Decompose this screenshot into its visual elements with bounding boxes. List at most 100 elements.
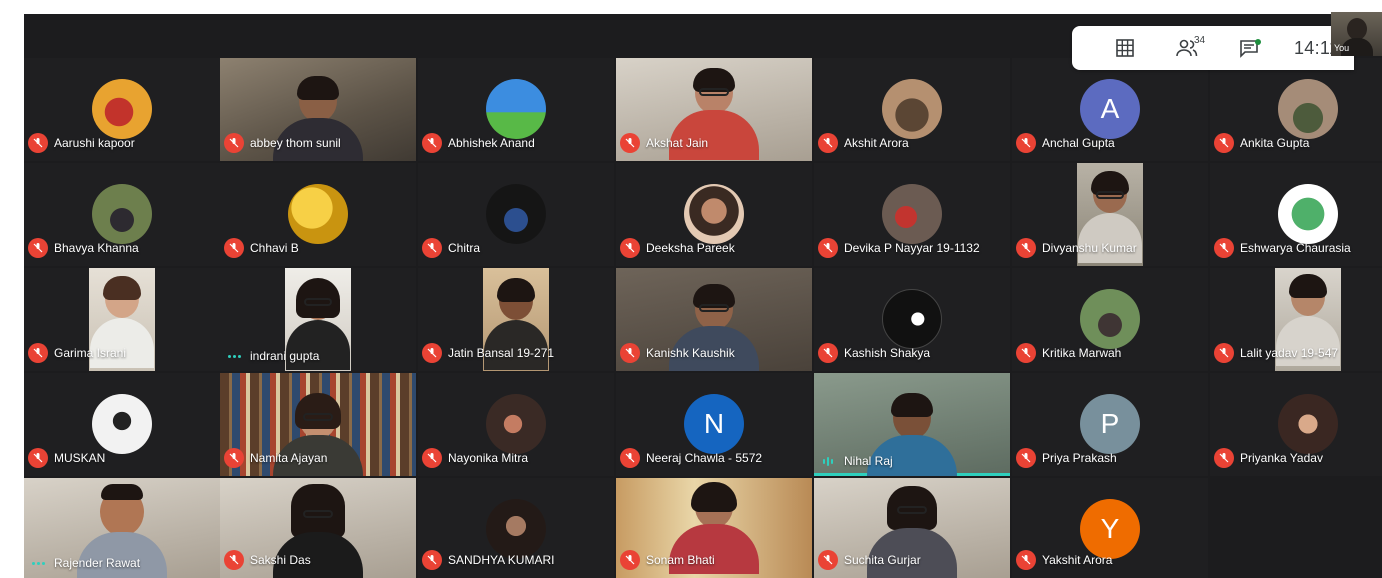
participant-name-label: Jatin Bansal 19-271 [422,343,554,363]
participant-tile[interactable]: MUSKAN [24,373,220,476]
participant-tile[interactable]: Divyanshu Kumar [1012,163,1208,266]
participant-name-label: Ankita Gupta [1214,133,1309,153]
grid-layout-icon [1116,39,1134,57]
participant-tile[interactable]: A Anchal Gupta [1012,58,1208,161]
self-label: You [1334,43,1350,53]
mic-off-icon [620,238,640,258]
mic-off-icon [422,343,442,363]
mic-off-icon [818,550,838,570]
participant-tile[interactable]: Kritika Marwah [1012,268,1208,371]
participant-avatar [486,394,546,454]
participant-name-label: Lalit yadav 19-547 [1214,343,1338,363]
participant-tile[interactable]: Ankita Gupta [1210,58,1382,161]
mic-off-icon [620,448,640,468]
mic-off-icon [28,133,48,153]
participant-tile[interactable]: Garima Israni [24,268,220,371]
participant-avatar [1278,184,1338,244]
participant-avatar [1278,79,1338,139]
mic-off-icon [620,343,640,363]
participant-name-label: Divyanshu Kumar [1016,238,1137,258]
participant-name-label: indrani gupta [224,349,319,363]
participant-name-label: Neeraj Chawla - 5572 [620,448,762,468]
participant-tile[interactable]: Deeksha Pareek [616,163,812,266]
participant-name-label: Akshit Arora [818,133,909,153]
participant-tile[interactable]: SANDHYA KUMARI [418,478,614,578]
mic-off-icon [620,133,640,153]
participant-tile[interactable]: Akshit Arora [814,58,1010,161]
participant-tile[interactable]: P Priya Prakash [1012,373,1208,476]
mic-off-icon [422,133,442,153]
participant-tile[interactable]: Priyanka Yadav [1210,373,1382,476]
participant-tile[interactable]: Sakshi Das [220,478,416,578]
chat-notification-dot [1255,39,1261,45]
mic-off-icon [818,133,838,153]
participant-name-label: Nihal Raj [818,454,893,468]
participant-avatar [684,184,744,244]
participant-avatar [1080,289,1140,349]
participant-name-label: Abhishek Anand [422,133,535,153]
self-view-tile[interactable]: You [1331,12,1382,56]
participant-tile[interactable]: Chitra [418,163,614,266]
participant-name-label: Garima Israni [28,343,126,363]
participant-tile[interactable]: Chhavi B [220,163,416,266]
participant-name-label: Nayonika Mitra [422,448,528,468]
participant-avatar [882,289,942,349]
participant-name-label: SANDHYA KUMARI [422,550,554,570]
meeting-toolbar: 34 14:11 [1072,26,1354,70]
people-button[interactable]: 34 [1156,26,1218,70]
participant-tile[interactable]: Akshat Jain [616,58,812,161]
mic-off-icon [224,238,244,258]
participant-tile[interactable]: Nayonika Mitra [418,373,614,476]
participant-name-label: Rajender Rawat [28,556,140,570]
mic-off-icon [1016,343,1036,363]
participant-avatar: A [1080,79,1140,139]
participant-name-label: Bhavya Khanna [28,238,139,258]
participant-name-label: Anchal Gupta [1016,133,1115,153]
participant-name-label: Kashish Shakya [818,343,930,363]
participant-tile[interactable]: abbey thom sunil [220,58,416,161]
participant-avatar [288,184,348,244]
participant-name-label: Priya Prakash [1016,448,1117,468]
participant-tile[interactable]: Eshwarya Chaurasia [1210,163,1382,266]
participant-count: 34 [1194,35,1206,46]
participant-tile[interactable]: Lalit yadav 19-547 [1210,268,1382,371]
participant-tile[interactable]: N Neeraj Chawla - 5572 [616,373,812,476]
participant-avatar [92,184,152,244]
participant-name-label: MUSKAN [28,448,105,468]
participant-name-label: Sakshi Das [224,550,311,570]
participant-name-label: Yakshit Arora [1016,550,1112,570]
participant-tile[interactable]: Namita Ajayan [220,373,416,476]
mic-off-icon [1016,550,1036,570]
mic-off-icon [224,550,244,570]
mic-off-icon [1214,238,1234,258]
participant-avatar [486,79,546,139]
chat-button[interactable] [1218,26,1280,70]
participant-tile[interactable]: Kashish Shakya [814,268,1010,371]
mic-off-icon [422,550,442,570]
mic-off-icon [1214,343,1234,363]
mic-off-icon [818,238,838,258]
mic-off-icon [224,448,244,468]
participant-tile[interactable]: Abhishek Anand [418,58,614,161]
participant-tile[interactable]: Suchita Gurjar [814,478,1010,578]
participant-name-label: Kanishk Kaushik [620,343,735,363]
participant-avatar [882,79,942,139]
participant-name-label: Aarushi kapoor [28,133,135,153]
participant-tile[interactable]: Rajender Rawat [24,478,220,578]
participant-tile[interactable]: Aarushi kapoor [24,58,220,161]
grid-layout-button[interactable] [1094,26,1156,70]
participant-tile[interactable]: Nihal Raj [814,373,1010,476]
participant-tile[interactable]: indrani gupta [220,268,416,371]
participant-tile[interactable]: Jatin Bansal 19-271 [418,268,614,371]
participant-tile[interactable]: Bhavya Khanna [24,163,220,266]
participant-name-label: Deeksha Pareek [620,238,735,258]
participant-tile[interactable]: Sonam Bhati [616,478,812,578]
participant-name-label: Eshwarya Chaurasia [1214,238,1351,258]
participant-avatar: P [1080,394,1140,454]
mic-off-icon [1016,238,1036,258]
participant-tile[interactable]: Devika P Nayyar 19-1132 [814,163,1010,266]
participant-name-label: Chhavi B [224,238,299,258]
participant-tile[interactable]: Kanishk Kaushik [616,268,812,371]
participant-name-label: Devika P Nayyar 19-1132 [818,238,980,258]
participant-tile[interactable]: Y Yakshit Arora [1012,478,1208,578]
